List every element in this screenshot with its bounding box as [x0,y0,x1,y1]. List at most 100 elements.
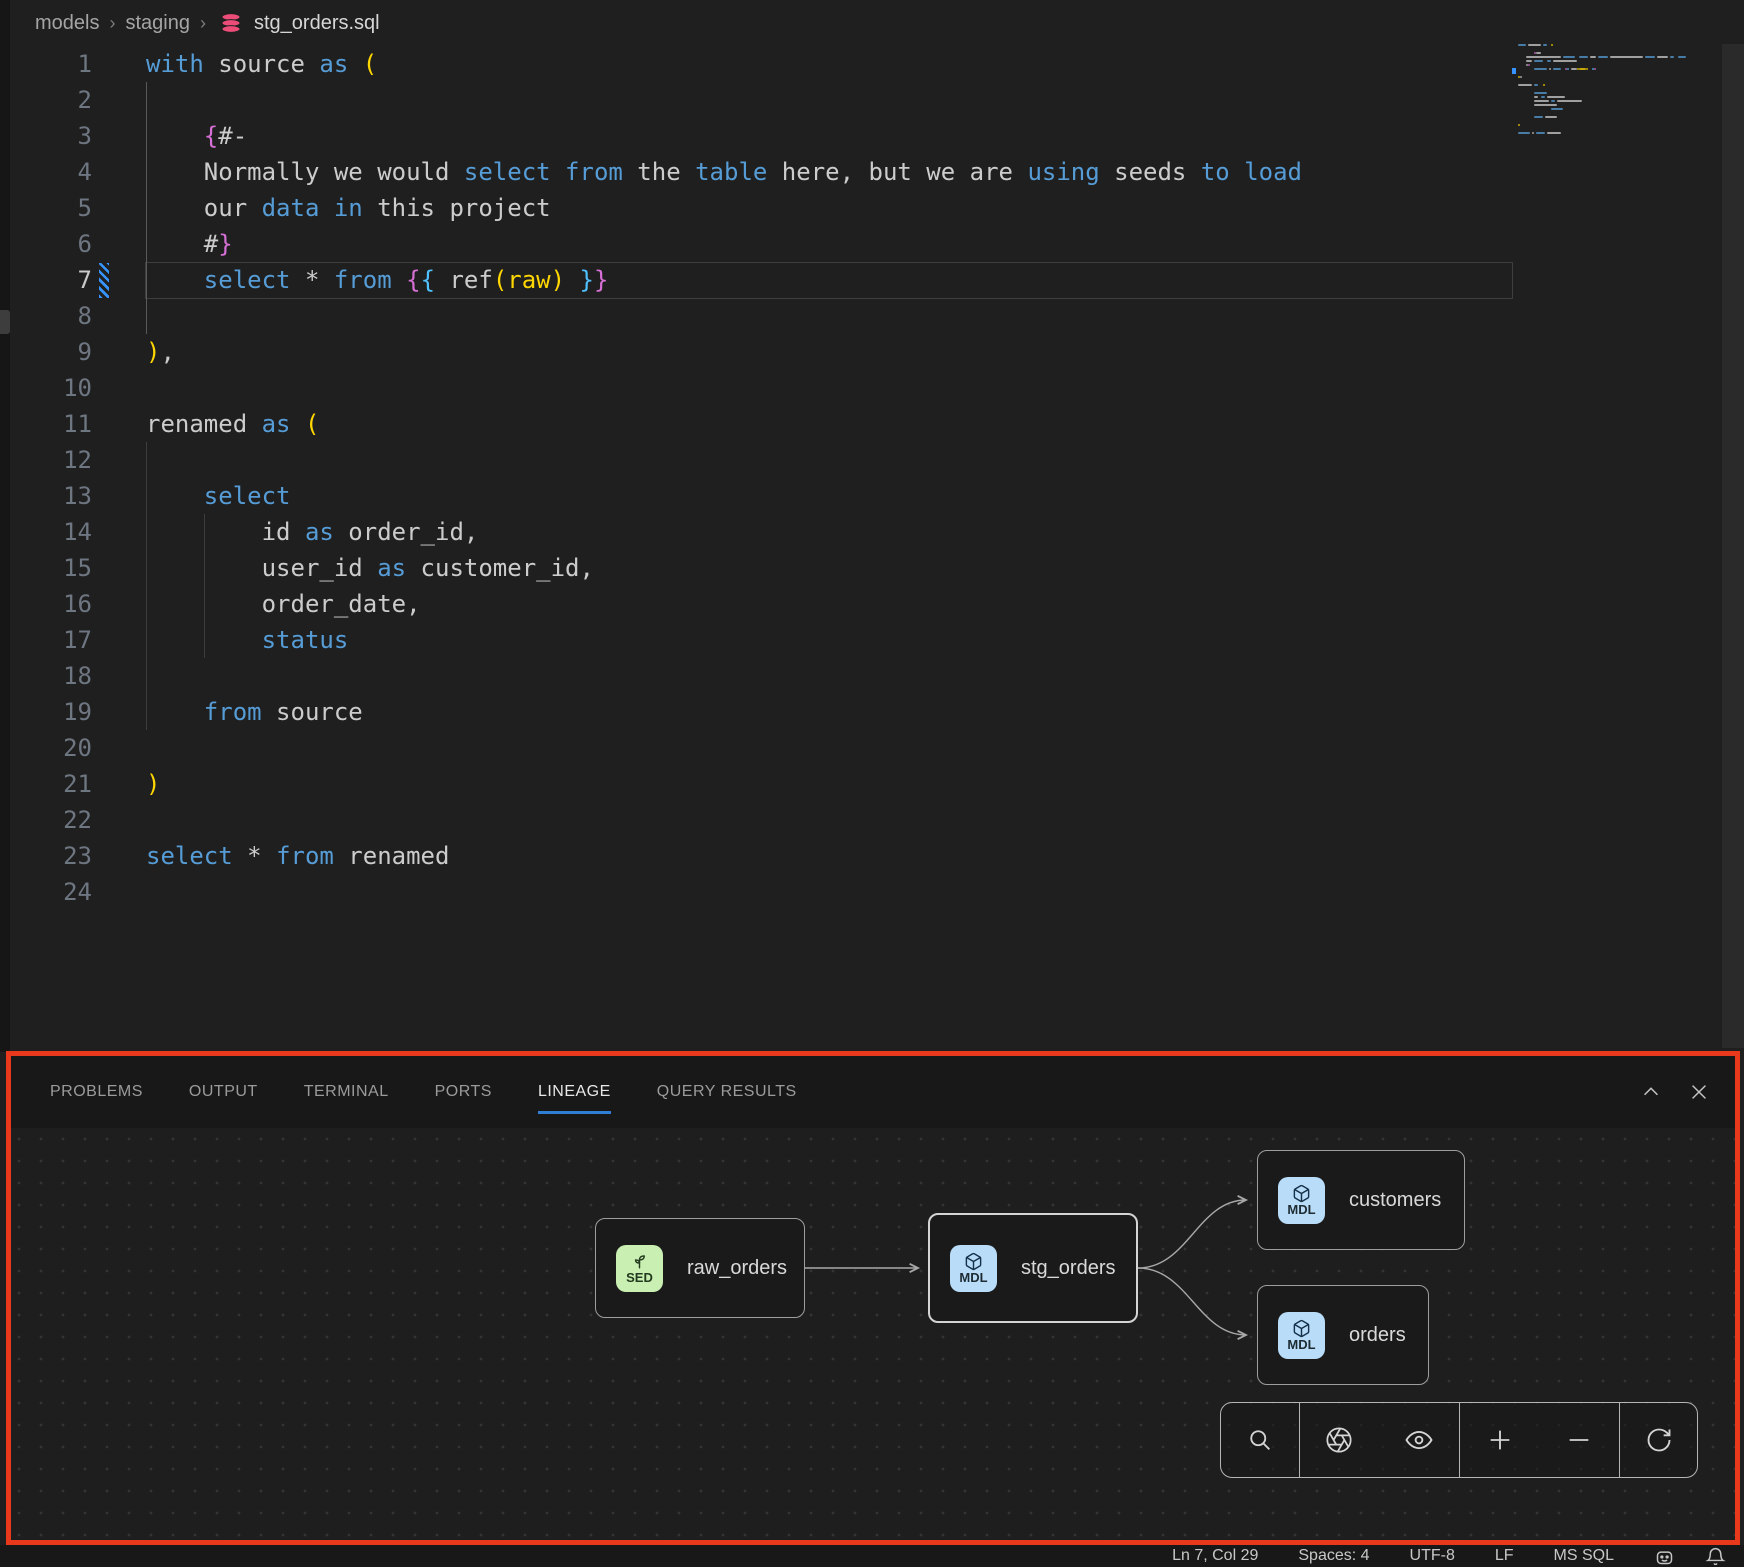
zoom-in-button[interactable] [1486,1426,1514,1454]
line-number: 15 [0,550,92,586]
line-number: 6 [0,226,92,262]
search-icon [1246,1426,1274,1454]
code-line-23[interactable]: 23select * from renamed [0,838,1744,874]
status-language-mode[interactable]: MS SQL [1554,1547,1614,1565]
line-number: 12 [0,442,92,478]
line-number: 13 [0,478,92,514]
line-number: 3 [0,118,92,154]
code-line-19[interactable]: 19 from source [0,694,1744,730]
node-label: orders [1349,1324,1406,1347]
minimap-modified-marker [1512,68,1516,74]
tab-output[interactable]: OUTPUT [189,1056,258,1128]
tab-lineage[interactable]: LINEAGE [538,1056,611,1128]
code-line-17[interactable]: 17 status [0,622,1744,658]
line-number: 19 [0,694,92,730]
line-number: 1 [0,46,92,82]
lineage-node-orders[interactable]: MDL orders [1257,1285,1429,1385]
code-line-3[interactable]: 3 {#- [0,118,1744,154]
lineage-toolbar [1220,1402,1698,1478]
line-number: 2 [0,82,92,118]
code-line-1[interactable]: 1with source as ( [0,46,1744,82]
code-line-13[interactable]: 13 select [0,478,1744,514]
code-line-8[interactable]: 8 [0,298,1744,334]
code-line-15[interactable]: 15 user_id as customer_id, [0,550,1744,586]
code-line-2[interactable]: 2 [0,82,1744,118]
line-number: 7 [0,262,92,298]
tab-problems[interactable]: PROBLEMS [50,1056,143,1128]
code-line-18[interactable]: 18 [0,658,1744,694]
sprout-icon [630,1252,649,1271]
status-eol[interactable]: LF [1495,1547,1514,1565]
line-number: 20 [0,730,92,766]
lineage-node-raw-orders[interactable]: SED raw_orders [595,1218,805,1318]
lineage-node-customers[interactable]: MDL customers [1257,1150,1465,1250]
line-number: 4 [0,154,92,190]
code-line-12[interactable]: 12 [0,442,1744,478]
code-line-14[interactable]: 14 id as order_id, [0,514,1744,550]
line-number: 23 [0,838,92,874]
breadcrumb-folder-models[interactable]: models [35,12,99,35]
code-line-16[interactable]: 16 order_date, [0,586,1744,622]
badge-label: MDL [1287,1203,1315,1217]
code-line-22[interactable]: 22 [0,802,1744,838]
bell-icon [1705,1546,1726,1567]
tab-terminal[interactable]: TERMINAL [304,1056,389,1128]
node-label: raw_orders [687,1257,787,1280]
line-number: 17 [0,622,92,658]
panel-maximize-button[interactable] [1640,1081,1662,1103]
breadcrumb-folder-staging[interactable]: staging [125,12,190,35]
model-badge: MDL [950,1245,997,1292]
node-label: stg_orders [1021,1257,1116,1280]
status-bar: Ln 7, Col 29 Spaces: 4 UTF-8 LF MS SQL [0,1545,1744,1567]
chevron-right-icon: › [109,13,115,34]
minimap[interactable] [1518,43,1708,139]
line-number: 8 [0,298,92,334]
editor-scrollbar[interactable] [1722,44,1744,1048]
line-number: 11 [0,406,92,442]
model-badge: MDL [1278,1177,1325,1224]
code-line-20[interactable]: 20 [0,730,1744,766]
search-button[interactable] [1246,1426,1274,1454]
lineage-canvas[interactable]: SED raw_orders MDL stg_orders MDL [8,1128,1736,1545]
eye-button[interactable] [1404,1425,1434,1455]
tab-ports[interactable]: PORTS [435,1056,492,1128]
status-indentation[interactable]: Spaces: 4 [1298,1547,1369,1565]
code-line-9[interactable]: 9), [0,334,1744,370]
code-line-10[interactable]: 10 [0,370,1744,406]
zoom-out-button[interactable] [1565,1426,1593,1454]
copilot-robot-button[interactable] [1654,1546,1675,1567]
seed-badge: SED [616,1245,663,1292]
status-cursor-position[interactable]: Ln 7, Col 29 [1172,1547,1258,1565]
refresh-icon [1645,1426,1673,1454]
tab-query-results[interactable]: QUERY RESULTS [657,1056,797,1128]
code-line-7[interactable]: 7 select * from {{ ref(raw) }} [0,262,1744,298]
code-line-5[interactable]: 5 our data in this project [0,190,1744,226]
notifications-bell-button[interactable] [1705,1546,1726,1567]
code-line-21[interactable]: 21) [0,766,1744,802]
refresh-button[interactable] [1645,1426,1673,1454]
code-line-4[interactable]: 4 Normally we would select from the tabl… [0,154,1744,190]
code-editor[interactable]: 1with source as (23 {#-4 Normally we wou… [0,46,1744,910]
model-badge: MDL [1278,1312,1325,1359]
code-line-6[interactable]: 6 #} [0,226,1744,262]
line-number: 21 [0,766,92,802]
badge-label: MDL [959,1271,987,1285]
panel-tabs: PROBLEMS OUTPUT TERMINAL PORTS LINEAGE Q… [50,1056,797,1128]
aperture-button[interactable] [1325,1426,1353,1454]
line-number: 14 [0,514,92,550]
line-number: 10 [0,370,92,406]
code-line-24[interactable]: 24 [0,874,1744,910]
breadcrumb: models › staging › stg_orders.sql [35,0,380,46]
minus-icon [1565,1426,1593,1454]
vscode-window: models › staging › stg_orders.sql 1with … [0,0,1744,1567]
badge-label: SED [626,1271,653,1285]
panel-tab-bar: PROBLEMS OUTPUT TERMINAL PORTS LINEAGE Q… [8,1056,1736,1128]
eye-icon [1404,1425,1434,1455]
panel-close-button[interactable] [1688,1081,1710,1103]
chevron-right-icon: › [200,13,206,34]
status-encoding[interactable]: UTF-8 [1410,1547,1455,1565]
line-number: 24 [0,874,92,910]
lineage-node-stg-orders[interactable]: MDL stg_orders [928,1213,1138,1323]
code-line-11[interactable]: 11renamed as ( [0,406,1744,442]
breadcrumb-file[interactable]: stg_orders.sql [254,12,380,35]
